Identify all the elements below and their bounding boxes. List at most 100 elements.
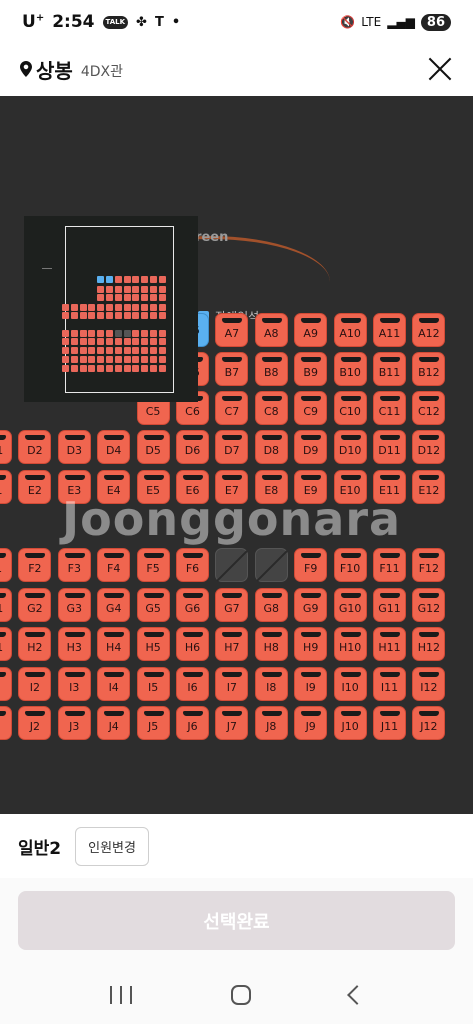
seat-e3[interactable]: E3 [57,470,91,504]
seat-i5[interactable]: I5 [136,667,170,701]
seat-e4[interactable]: E4 [97,470,131,504]
seat-b8[interactable]: B8 [254,352,288,386]
seat-a7[interactable]: A7 [215,313,249,347]
seat-i9[interactable]: I9 [294,667,328,701]
seat-j5[interactable]: J5 [136,706,170,740]
seat-i6[interactable]: I6 [176,667,209,701]
seat-d7[interactable]: D7 [215,430,249,464]
seat-g7[interactable]: G7 [215,588,249,622]
seat-h4[interactable]: H4 [97,627,131,661]
seat-g12[interactable]: G12 [412,588,446,622]
seat-f3[interactable]: F3 [57,548,91,582]
seat-i1[interactable]: I1 [0,667,12,701]
seat-e6[interactable]: E6 [176,470,209,504]
seat-i10[interactable]: I10 [333,667,367,701]
seat-f5[interactable]: F5 [136,548,170,582]
seat-f12[interactable]: F12 [412,548,446,582]
seat-j8[interactable]: J8 [254,706,288,740]
seat-i8[interactable]: I8 [254,667,288,701]
seat-d9[interactable]: D9 [294,430,328,464]
seat-j1[interactable]: J1 [0,706,12,740]
seat-g8[interactable]: G8 [254,588,288,622]
seat-a8[interactable]: A8 [254,313,288,347]
seat-c11[interactable]: C11 [373,391,406,425]
seat-j7[interactable]: J7 [215,706,249,740]
seat-j6[interactable]: J6 [176,706,209,740]
seat-h6[interactable]: H6 [176,627,209,661]
seat-g4[interactable]: G4 [97,588,131,622]
seat-f11[interactable]: F11 [373,548,406,582]
seat-g5[interactable]: G5 [136,588,170,622]
seat-j12[interactable]: J12 [412,706,446,740]
seat-g1[interactable]: G1 [0,588,12,622]
seat-g9[interactable]: G9 [294,588,328,622]
seat-h10[interactable]: H10 [333,627,367,661]
change-people-button[interactable]: 인원변경 [75,826,149,866]
seat-i2[interactable]: I2 [18,667,52,701]
seat-i4[interactable]: I4 [97,667,131,701]
seat-b12[interactable]: B12 [412,352,446,386]
seat-c7[interactable]: C7 [215,391,249,425]
confirm-selection-button[interactable]: 선택완료 [18,891,455,950]
seat-f10[interactable]: F10 [333,548,367,582]
seat-h1[interactable]: H1 [0,627,12,661]
seat-c12[interactable]: C12 [412,391,446,425]
seat-d5[interactable]: D5 [136,430,170,464]
close-button[interactable] [427,56,453,82]
seat-e1[interactable]: E1 [0,470,12,504]
seat-j9[interactable]: J9 [294,706,328,740]
recents-icon[interactable] [109,986,132,1004]
seat-g3[interactable]: G3 [57,588,91,622]
seat-h5[interactable]: H5 [136,627,170,661]
seat-minimap[interactable] [24,216,198,402]
seat-g2[interactable]: G2 [18,588,52,622]
seat-d6[interactable]: D6 [176,430,209,464]
seat-b7[interactable]: B7 [215,352,249,386]
seat-b10[interactable]: B10 [333,352,367,386]
seat-c9[interactable]: C9 [294,391,328,425]
seat-f1[interactable]: F1 [0,548,12,582]
seat-j3[interactable]: J3 [57,706,91,740]
seat-c8[interactable]: C8 [254,391,288,425]
seat-h3[interactable]: H3 [57,627,91,661]
seat-a10[interactable]: A10 [333,313,367,347]
seat-i7[interactable]: I7 [215,667,249,701]
seat-e7[interactable]: E7 [215,470,249,504]
seat-g10[interactable]: G10 [333,588,367,622]
seat-h11[interactable]: H11 [373,627,406,661]
seat-e2[interactable]: E2 [18,470,52,504]
seat-j2[interactable]: J2 [18,706,52,740]
seat-d12[interactable]: D12 [412,430,446,464]
home-icon[interactable] [230,985,251,1005]
seat-e9[interactable]: E9 [294,470,328,504]
seat-map[interactable]: Screen 장애인석 Joonggonara A5A6A7A8A9A10A11… [0,96,473,814]
seat-j10[interactable]: J10 [333,706,367,740]
seat-a9[interactable]: A9 [294,313,328,347]
seat-h2[interactable]: H2 [18,627,52,661]
seat-h9[interactable]: H9 [294,627,328,661]
seat-h8[interactable]: H8 [254,627,288,661]
seat-e10[interactable]: E10 [333,470,367,504]
seat-d8[interactable]: D8 [254,430,288,464]
seat-e5[interactable]: E5 [136,470,170,504]
seat-a12[interactable]: A12 [412,313,446,347]
seat-f4[interactable]: F4 [97,548,131,582]
seat-a11[interactable]: A11 [373,313,406,347]
seat-b11[interactable]: B11 [373,352,406,386]
seat-h12[interactable]: H12 [412,627,446,661]
seat-i12[interactable]: I12 [412,667,446,701]
seat-d2[interactable]: D2 [18,430,52,464]
seat-j4[interactable]: J4 [97,706,131,740]
seat-d11[interactable]: D11 [373,430,406,464]
seat-d1[interactable]: D1 [0,430,12,464]
seat-g11[interactable]: G11 [373,588,406,622]
seat-f2[interactable]: F2 [18,548,52,582]
seat-e8[interactable]: E8 [254,470,288,504]
seat-h7[interactable]: H7 [215,627,249,661]
seat-e11[interactable]: E11 [373,470,406,504]
back-icon[interactable] [346,985,367,1005]
seat-e12[interactable]: E12 [412,470,446,504]
seat-i11[interactable]: I11 [373,667,406,701]
seat-d4[interactable]: D4 [97,430,131,464]
seat-d10[interactable]: D10 [333,430,367,464]
